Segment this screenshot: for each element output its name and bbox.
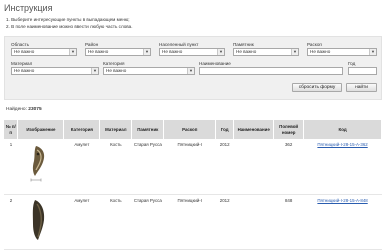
category-select[interactable]: Не важно ▼: [103, 67, 195, 75]
code-link[interactable]: Пятницкий-I-28-15-А-362: [317, 142, 367, 147]
row-name: [234, 194, 274, 249]
table-header-row: № п/п Изображение Категория Материал Пам…: [4, 120, 382, 139]
settlement-select-value: Не важно: [162, 49, 183, 54]
row-excavation: Пятницкий-I: [177, 197, 202, 203]
category-field: Категория Не важно ▼: [103, 61, 195, 75]
row-year: 2012: [219, 197, 230, 203]
row-field-no: 362: [284, 142, 293, 147]
row-year: 2012: [219, 142, 230, 147]
monument-field: Памятник Не важно ▼: [233, 42, 299, 56]
found-label: Найдено:: [6, 107, 27, 112]
row-monument: Старая Русса: [133, 197, 162, 203]
name-input[interactable]: [199, 67, 343, 75]
row-monument: Старая Русса: [133, 142, 162, 147]
chevron-down-icon: ▼: [291, 49, 298, 55]
instructions-list: Выберите интересующие пункты в выпадающе…: [6, 17, 132, 30]
table-row: 1 Амулет Кость Старая Русса Пятницкий-I: [4, 139, 382, 194]
row-num: 1: [9, 142, 13, 147]
chevron-down-icon: ▼: [217, 49, 224, 55]
search-button[interactable]: найти: [346, 83, 377, 92]
excavation-select[interactable]: Не важно ▼: [307, 48, 377, 56]
monument-select[interactable]: Не важно ▼: [233, 48, 299, 56]
year-input[interactable]: [348, 67, 377, 75]
name-field: Наименование: [199, 61, 343, 78]
page-title: Инструкция: [4, 3, 53, 13]
row-excavation: Пятницкий-I: [177, 142, 202, 147]
chevron-down-icon: ▼: [143, 49, 150, 55]
monument-select-value: Не важно: [236, 49, 257, 54]
material-select-value: Не важно: [14, 68, 35, 73]
district-field: Район Не важно ▼: [85, 42, 151, 56]
row-field-no: 848: [284, 197, 293, 203]
category-select-value: Не важно: [106, 68, 127, 73]
district-select[interactable]: Не важно ▼: [85, 48, 151, 56]
excavation-field: Раскоп Не важно ▼: [307, 42, 377, 56]
code-link[interactable]: Пятницкий-I-28-15-А-848: [317, 198, 367, 203]
amulet-thumbnail[interactable]: [27, 142, 55, 186]
table-row: 2 Амулет Кость Старая Русса Пятницкий-I …: [4, 194, 382, 249]
reset-form-button[interactable]: сбросить форму: [292, 83, 342, 92]
chevron-down-icon: ▼: [187, 68, 194, 74]
instruction-item: В поле наименование можно ввести любую ч…: [6, 24, 132, 31]
year-field: Год: [348, 61, 377, 78]
row-num: 2: [9, 197, 13, 203]
chevron-down-icon: ▼: [91, 68, 98, 74]
col-category-header: Категория: [63, 120, 101, 139]
col-year-header: Год: [215, 120, 235, 139]
results-table: № п/п Изображение Категория Материал Пам…: [4, 120, 382, 250]
chevron-down-icon: ▼: [69, 49, 76, 55]
col-code-header: Код: [303, 120, 382, 139]
region-select[interactable]: Не важно ▼: [11, 48, 77, 56]
region-select-value: Не важно: [14, 49, 35, 54]
col-num-header: № п/п: [4, 120, 19, 139]
col-field-no-header: Полевой номер: [273, 120, 305, 139]
amulet-thumbnail[interactable]: [27, 198, 55, 242]
settlement-field: Населенный пункт Не важно ▼: [159, 42, 225, 56]
search-form: Область Не важно ▼ Район Не важно ▼ Населе…: [4, 36, 382, 100]
instruction-item: Выберите интересующие пункты в выпадающе…: [6, 17, 132, 24]
row-code: Пятницкий-I-28-15-А-362: [304, 139, 382, 194]
found-count: 23075: [28, 107, 42, 112]
results-count: Найдено: 23075: [6, 107, 42, 112]
row-material: Кость: [110, 142, 122, 147]
row-code: Пятницкий-I-28-15-А-848: [304, 194, 382, 249]
district-select-value: Не важно: [88, 49, 109, 54]
material-field: Материал Не важно ▼: [11, 61, 99, 75]
row-image[interactable]: [18, 194, 64, 249]
row-category: Амулет: [74, 142, 90, 147]
col-excavation-header: Раскоп: [163, 120, 217, 139]
col-material-header: Материал: [99, 120, 133, 139]
excavation-select-value: Не важно: [310, 49, 331, 54]
col-monument-header: Памятник: [131, 120, 165, 139]
row-material: Кость: [110, 197, 122, 203]
material-select[interactable]: Не важно ▼: [11, 67, 99, 75]
col-name-header: Наименование: [233, 120, 275, 139]
row-name: [234, 139, 274, 194]
row-image[interactable]: [18, 139, 64, 194]
chevron-down-icon: ▼: [369, 49, 376, 55]
col-image-header: Изображение: [17, 120, 65, 139]
settlement-select[interactable]: Не важно ▼: [159, 48, 225, 56]
region-field: Область Не важно ▼: [11, 42, 77, 56]
row-category: Амулет: [74, 197, 90, 203]
